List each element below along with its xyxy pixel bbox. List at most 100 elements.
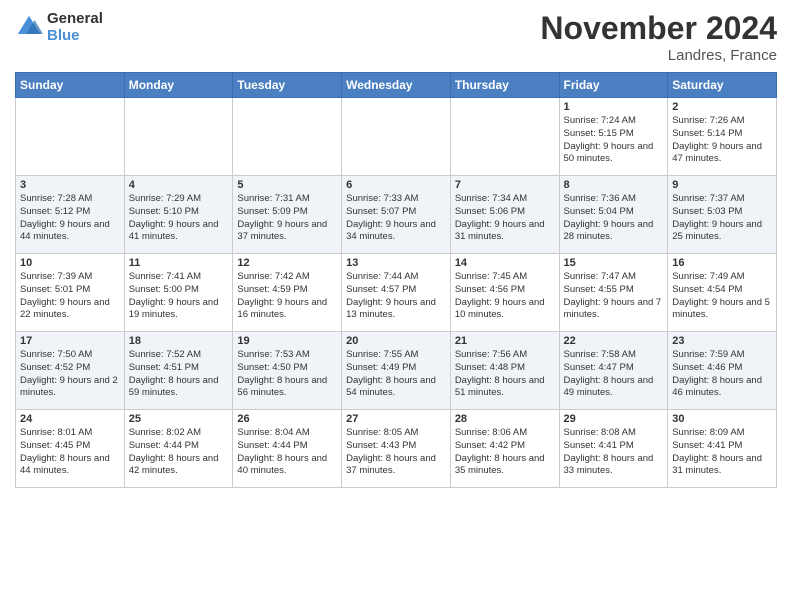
day-number: 3 [20,179,120,191]
cell-info: Sunrise: 7:47 AM Sunset: 4:55 PM Dayligh… [564,271,664,322]
day-number: 26 [237,413,337,425]
day-number: 22 [564,335,664,347]
cell-info: Sunrise: 7:29 AM Sunset: 5:10 PM Dayligh… [129,193,229,244]
cell-info: Sunrise: 7:36 AM Sunset: 5:04 PM Dayligh… [564,193,664,244]
header: General Blue November 2024 Landres, Fran… [15,10,777,64]
cell-info: Sunrise: 7:37 AM Sunset: 5:03 PM Dayligh… [672,193,772,244]
col-saturday: Saturday [668,73,777,98]
calendar-cell-w3-d2: 11Sunrise: 7:41 AM Sunset: 5:00 PM Dayli… [124,254,233,332]
calendar-cell-w1-d6: 1 Sunrise: 7:24 AM Sunset: 5:15 PM Daylig… [559,98,668,176]
cell-info: Sunrise: 7:26 AM Sunset: 5:14 PM Dayligh… [672,115,772,166]
calendar-cell-w2-d4: 6 Sunrise: 7:33 AM Sunset: 5:07 PM Daylig… [342,176,451,254]
day-number: 12 [237,257,337,269]
calendar-cell-w5-d2: 25Sunrise: 8:02 AM Sunset: 4:44 PM Dayli… [124,410,233,488]
day-number: 5 [237,179,337,191]
location: Landres, France [540,47,777,64]
cell-info: Sunrise: 7:53 AM Sunset: 4:50 PM Dayligh… [237,349,337,400]
calendar-cell-w5-d6: 29 Sunrise: 8:08 AM Sunset: 4:41 PM Dayli… [559,410,668,488]
cell-info: Sunrise: 7:52 AM Sunset: 4:51 PM Dayligh… [129,349,229,400]
day-number: 14 [455,257,555,269]
calendar-cell-w5-d7: 30 Sunrise: 8:09 AM Sunset: 4:41 PM Dayli… [668,410,777,488]
logo-text: General Blue [47,10,103,44]
day-number: 1 [564,101,664,113]
day-number: 29 [564,413,664,425]
calendar-cell-w5-d4: 27Sunrise: 8:05 AM Sunset: 4:43 PM Dayli… [342,410,451,488]
calendar-cell-w2-d7: 9 Sunrise: 7:37 AM Sunset: 5:03 PM Daylig… [668,176,777,254]
week-row-1: 1 Sunrise: 7:24 AM Sunset: 5:15 PM Daylig… [16,98,777,176]
calendar-cell-w2-d2: 4 Sunrise: 7:29 AM Sunset: 5:10 PM Daylig… [124,176,233,254]
cell-info: Sunrise: 7:34 AM Sunset: 5:06 PM Dayligh… [455,193,555,244]
day-number: 24 [20,413,120,425]
logo: General Blue [15,10,103,44]
calendar-header-row: Sunday Monday Tuesday Wednesday Thursday… [16,73,777,98]
calendar-cell-w5-d5: 28Sunrise: 8:06 AM Sunset: 4:42 PM Dayli… [450,410,559,488]
day-number: 23 [672,335,772,347]
cell-info: Sunrise: 7:59 AM Sunset: 4:46 PM Dayligh… [672,349,772,400]
calendar-cell-w5-d1: 24 Sunrise: 8:01 AM Sunset: 4:45 PM Dayli… [16,410,125,488]
week-row-2: 3 Sunrise: 7:28 AM Sunset: 5:12 PM Daylig… [16,176,777,254]
day-number: 30 [672,413,772,425]
day-number: 6 [346,179,446,191]
calendar-cell-w3-d6: 15 Sunrise: 7:47 AM Sunset: 4:55 PM Dayli… [559,254,668,332]
day-number: 17 [20,335,120,347]
col-friday: Friday [559,73,668,98]
day-number: 10 [20,257,120,269]
cell-info: Sunrise: 8:01 AM Sunset: 4:45 PM Dayligh… [20,427,120,478]
cell-info: Sunrise: 7:50 AM Sunset: 4:52 PM Dayligh… [20,349,120,400]
cell-info: Sunrise: 7:24 AM Sunset: 5:15 PM Dayligh… [564,115,664,166]
day-number: 16 [672,257,772,269]
cell-info: Sunrise: 8:09 AM Sunset: 4:41 PM Dayligh… [672,427,772,478]
title-block: November 2024 Landres, France [540,10,777,64]
day-number: 21 [455,335,555,347]
day-number: 13 [346,257,446,269]
page-container: General Blue November 2024 Landres, Fran… [0,0,792,498]
week-row-5: 24 Sunrise: 8:01 AM Sunset: 4:45 PM Dayli… [16,410,777,488]
calendar-cell-w3-d4: 13 Sunrise: 7:44 AM Sunset: 4:57 PM Dayli… [342,254,451,332]
calendar-cell-w1-d4 [342,98,451,176]
calendar-cell-w4-d7: 23 Sunrise: 7:59 AM Sunset: 4:46 PM Dayli… [668,332,777,410]
cell-info: Sunrise: 7:58 AM Sunset: 4:47 PM Dayligh… [564,349,664,400]
calendar-cell-w4-d4: 20Sunrise: 7:55 AM Sunset: 4:49 PM Dayli… [342,332,451,410]
cell-info: Sunrise: 8:05 AM Sunset: 4:43 PM Dayligh… [346,427,446,478]
col-monday: Monday [124,73,233,98]
cell-info: Sunrise: 7:45 AM Sunset: 4:56 PM Dayligh… [455,271,555,322]
day-number: 9 [672,179,772,191]
cell-info: Sunrise: 7:49 AM Sunset: 4:54 PM Dayligh… [672,271,772,322]
calendar-cell-w3-d7: 16 Sunrise: 7:49 AM Sunset: 4:54 PM Dayli… [668,254,777,332]
cell-info: Sunrise: 8:02 AM Sunset: 4:44 PM Dayligh… [129,427,229,478]
calendar-cell-w1-d2 [124,98,233,176]
calendar-cell-w3-d1: 10 Sunrise: 7:39 AM Sunset: 5:01 PM Dayli… [16,254,125,332]
month-title: November 2024 [540,10,777,47]
col-sunday: Sunday [16,73,125,98]
logo-icon [15,13,43,41]
calendar-cell-w4-d5: 21 Sunrise: 7:56 AM Sunset: 4:48 PM Dayli… [450,332,559,410]
col-tuesday: Tuesday [233,73,342,98]
calendar-cell-w3-d5: 14 Sunrise: 7:45 AM Sunset: 4:56 PM Dayli… [450,254,559,332]
calendar-cell-w2-d5: 7 Sunrise: 7:34 AM Sunset: 5:06 PM Daylig… [450,176,559,254]
day-number: 20 [346,335,446,347]
cell-info: Sunrise: 7:44 AM Sunset: 4:57 PM Dayligh… [346,271,446,322]
day-number: 19 [237,335,337,347]
day-number: 18 [129,335,229,347]
calendar-cell-w2-d1: 3 Sunrise: 7:28 AM Sunset: 5:12 PM Daylig… [16,176,125,254]
cell-info: Sunrise: 7:39 AM Sunset: 5:01 PM Dayligh… [20,271,120,322]
day-number: 4 [129,179,229,191]
calendar-cell-w1-d1 [16,98,125,176]
cell-info: Sunrise: 8:04 AM Sunset: 4:44 PM Dayligh… [237,427,337,478]
day-number: 15 [564,257,664,269]
day-number: 8 [564,179,664,191]
cell-info: Sunrise: 7:56 AM Sunset: 4:48 PM Dayligh… [455,349,555,400]
calendar-table: Sunday Monday Tuesday Wednesday Thursday… [15,72,777,488]
week-row-4: 17 Sunrise: 7:50 AM Sunset: 4:52 PM Dayli… [16,332,777,410]
calendar-cell-w1-d3 [233,98,342,176]
cell-info: Sunrise: 8:08 AM Sunset: 4:41 PM Dayligh… [564,427,664,478]
cell-info: Sunrise: 7:33 AM Sunset: 5:07 PM Dayligh… [346,193,446,244]
day-number: 2 [672,101,772,113]
calendar-cell-w2-d6: 8 Sunrise: 7:36 AM Sunset: 5:04 PM Daylig… [559,176,668,254]
calendar-cell-w1-d7: 2 Sunrise: 7:26 AM Sunset: 5:14 PM Daylig… [668,98,777,176]
cell-info: Sunrise: 7:41 AM Sunset: 5:00 PM Dayligh… [129,271,229,322]
col-wednesday: Wednesday [342,73,451,98]
day-number: 7 [455,179,555,191]
calendar-cell-w2-d3: 5Sunrise: 7:31 AM Sunset: 5:09 PM Daylig… [233,176,342,254]
cell-info: Sunrise: 7:28 AM Sunset: 5:12 PM Dayligh… [20,193,120,244]
